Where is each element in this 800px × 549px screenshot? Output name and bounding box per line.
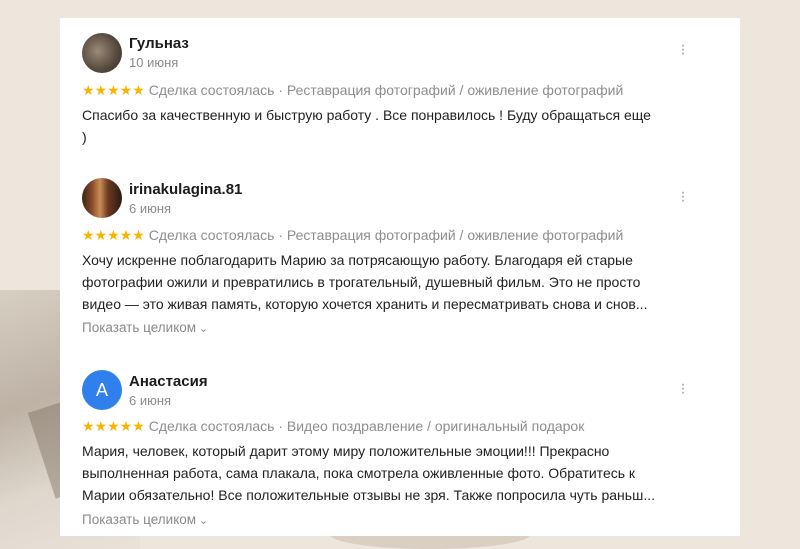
- review-date: 10 июня: [129, 55, 179, 70]
- deal-info: Сделка состоялась · Реставрация фотограф…: [148, 227, 624, 243]
- review-text-line: фотографии ожили и превратились в трогат…: [82, 274, 641, 290]
- show-full-label: Показать целиком: [82, 512, 197, 527]
- review-text-line: Марии обязательно! Все положительные отз…: [82, 487, 655, 503]
- review-date: 6 июня: [129, 393, 172, 408]
- review-meta: ★★★★★ Сделка состоялась · Реставрация фот…: [82, 227, 623, 244]
- more-vertical-icon[interactable]: · · ·: [676, 38, 690, 62]
- review-text-line: Мария, человек, который дарит этому миру…: [82, 443, 610, 459]
- review-text-line: Спасибо за качественную и быструю работу…: [82, 107, 651, 123]
- show-full-link[interactable]: Показать целиком ⌄: [82, 512, 208, 527]
- avatar[interactable]: [82, 178, 122, 218]
- review-meta: ★★★★★ Сделка состоялась · Реставрация фот…: [82, 82, 623, 99]
- review-text-line: Хочу искренне поблагодарить Марию за пот…: [82, 252, 633, 268]
- avatar[interactable]: А: [82, 370, 122, 410]
- show-full-label: Показать целиком: [82, 320, 197, 335]
- show-full-link[interactable]: Показать целиком ⌄: [82, 320, 208, 335]
- review-text: Хочу искренне поблагодарить Марию за пот…: [82, 249, 702, 315]
- deal-info: Сделка состоялась · Видео поздравление /…: [148, 418, 585, 434]
- review-meta: ★★★★★ Сделка состоялась · Видео поздравле…: [82, 418, 584, 435]
- review-text-line: ): [82, 129, 87, 145]
- rating-stars: ★★★★★: [82, 418, 145, 434]
- review-date: 6 июня: [129, 201, 172, 216]
- chevron-down-icon: ⌄: [199, 323, 209, 335]
- rating-stars: ★★★★★: [82, 82, 145, 98]
- chevron-down-icon: ⌄: [199, 515, 209, 527]
- more-vertical-icon[interactable]: · · ·: [676, 185, 690, 209]
- review-text-line: видео — это живая память, которую хочетс…: [82, 296, 648, 312]
- review-author[interactable]: Гульназ: [129, 35, 189, 52]
- review-text-line: выполненная работа, сама плакала, пока с…: [82, 465, 636, 481]
- rating-stars: ★★★★★: [82, 227, 145, 243]
- review-author[interactable]: Анастасия: [129, 373, 208, 390]
- review-author[interactable]: irinakulagina.81: [129, 181, 242, 198]
- more-vertical-icon[interactable]: · · ·: [676, 377, 690, 401]
- avatar[interactable]: [82, 33, 122, 73]
- review-text: Мария, человек, который дарит этому миру…: [82, 440, 702, 506]
- reviews-card: Гульназ 10 июня · · · ★★★★★ Сделка состояла…: [60, 18, 740, 536]
- review-text: Спасибо за качественную и быструю работу…: [82, 104, 702, 148]
- deal-info: Сделка состоялась · Реставрация фотограф…: [148, 82, 624, 98]
